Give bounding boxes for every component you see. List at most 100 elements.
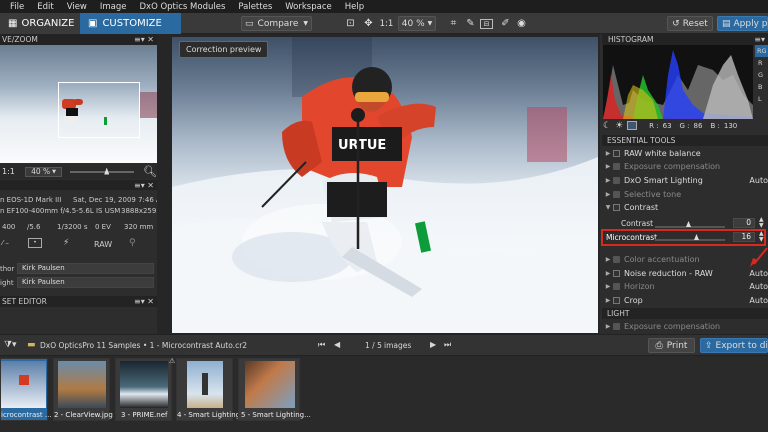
print-button[interactable]: ⎙ Print bbox=[648, 338, 695, 353]
tool-color-accentuation[interactable]: ▶ Color accentuation bbox=[603, 253, 768, 265]
channel-b[interactable]: B bbox=[755, 81, 768, 93]
brush-icon[interactable]: ✐ bbox=[498, 16, 513, 31]
thumbnail-1[interactable]: icrocontrast ... bbox=[0, 358, 52, 421]
contrast-value-field[interactable]: 0 bbox=[733, 218, 755, 228]
tool-exposure-compensation[interactable]: ▶ Exposure compensation bbox=[603, 160, 768, 172]
ratio-button[interactable]: 1:1 bbox=[378, 16, 395, 31]
next-image-icon[interactable]: ▶ bbox=[430, 340, 436, 349]
tool-label: Selective tone bbox=[624, 189, 682, 199]
essential-tools-header[interactable]: ESSENTIAL TOOLS bbox=[602, 135, 768, 146]
expand-icon[interactable]: ▶ bbox=[603, 256, 613, 263]
tool-toggle[interactable] bbox=[613, 269, 620, 277]
lens-model: n EF100-400mm f/4.5-5.6L IS USM bbox=[0, 207, 121, 215]
gps-icon: ⚲ bbox=[129, 238, 136, 248]
panel-menu-icon[interactable]: ≡▾ ✕ bbox=[134, 35, 154, 44]
menu-workspace[interactable]: Workspace bbox=[285, 2, 331, 12]
correction-preview-button[interactable]: Correction preview bbox=[179, 41, 269, 58]
zoom-magnifier-icon[interactable]: 🔍︎ bbox=[143, 165, 157, 178]
folder-icon: ▬ bbox=[27, 340, 36, 350]
menu-optics-modules[interactable]: DxO Optics Modules bbox=[140, 2, 226, 12]
menu-view[interactable]: View bbox=[67, 2, 87, 12]
tool-noise-reduction[interactable]: ▶ Noise reduction - RAW Auto bbox=[603, 267, 768, 279]
tool-toggle[interactable] bbox=[613, 190, 620, 198]
prev-image-icon[interactable]: ◀ bbox=[334, 340, 340, 349]
sun-icon[interactable]: ☀ bbox=[615, 121, 623, 131]
fit-screen-icon[interactable]: ⊡ bbox=[343, 16, 358, 31]
expand-icon[interactable]: ▶ bbox=[603, 323, 613, 330]
expand-icon[interactable]: ▶ bbox=[603, 270, 613, 277]
move-icon[interactable]: ✥ bbox=[361, 16, 376, 31]
tool-toggle[interactable] bbox=[613, 255, 620, 263]
channel-l[interactable]: L bbox=[755, 93, 768, 105]
zoom-select[interactable]: 40 % ▼ bbox=[398, 16, 436, 31]
tool-toggle[interactable] bbox=[613, 162, 620, 170]
thumbnail-2[interactable]: 2 - ClearView.jpg bbox=[53, 358, 113, 421]
tool-contrast[interactable]: ▼ Contrast bbox=[603, 201, 768, 213]
panel-menu-icon[interactable]: ≡▾ bbox=[754, 35, 765, 44]
menu-help[interactable]: Help bbox=[345, 2, 364, 12]
menu-file[interactable]: File bbox=[10, 2, 24, 12]
tool-smart-lighting[interactable]: ▶ DxO Smart Lighting Auto bbox=[603, 174, 768, 186]
apply-preset-button[interactable]: ▤ Apply pre bbox=[717, 16, 768, 31]
tool-crop[interactable]: ▶ Crop Auto bbox=[603, 294, 768, 306]
crop-icon[interactable]: ⌗ bbox=[446, 16, 461, 31]
nav-zoom-select[interactable]: 40 % ▼ bbox=[24, 166, 63, 177]
panel-menu-icon[interactable]: ≡▾ ✕ bbox=[134, 181, 154, 190]
collapse-icon[interactable]: ▼ bbox=[603, 204, 613, 211]
menu-edit[interactable]: Edit bbox=[37, 2, 53, 12]
thumbnail-4[interactable]: 4 - Smart Lighting.... bbox=[176, 358, 249, 421]
tool-toggle[interactable] bbox=[613, 149, 620, 157]
expand-icon[interactable]: ▶ bbox=[603, 150, 613, 157]
channel-r[interactable]: R bbox=[755, 57, 768, 69]
thumbnail-3[interactable]: 3 - PRIME.nef bbox=[115, 358, 172, 421]
first-image-icon[interactable]: ⏮ bbox=[318, 340, 325, 350]
export-button[interactable]: ⇪ Export to dis bbox=[700, 338, 768, 353]
eyedropper-icon[interactable]: ✎ bbox=[463, 16, 478, 31]
last-image-icon[interactable]: ⏭ bbox=[444, 340, 451, 350]
info-header: ≡▾ ✕ bbox=[0, 180, 157, 190]
author-field[interactable]: Kirk Paulsen bbox=[17, 263, 154, 274]
tool-toggle[interactable] bbox=[613, 282, 620, 290]
microcontrast-value-field[interactable]: 16 bbox=[733, 232, 755, 242]
tool-light-exposure[interactable]: ▶ Exposure compensation bbox=[603, 320, 768, 332]
channel-g[interactable]: G bbox=[755, 69, 768, 81]
menu-image[interactable]: Image bbox=[100, 2, 127, 12]
tool-toggle[interactable] bbox=[613, 322, 620, 330]
preset-editor-body bbox=[0, 307, 157, 334]
eye-icon[interactable]: ◉ bbox=[514, 16, 529, 31]
main-photo[interactable]: URTUE bbox=[172, 37, 598, 333]
organize-icon: ▦ bbox=[8, 18, 18, 29]
tool-toggle[interactable] bbox=[613, 203, 620, 211]
microcontrast-stepper-icon[interactable]: ▲ ▼ bbox=[759, 231, 764, 243]
contrast-stepper-icon[interactable]: ▲ ▼ bbox=[759, 217, 764, 229]
menu-palettes[interactable]: Palettes bbox=[238, 2, 272, 12]
reset-button[interactable]: ↺ Reset bbox=[667, 16, 713, 31]
copyright-field[interactable]: Kirk Paulsen bbox=[17, 277, 154, 288]
tab-customize[interactable]: ▣ CUSTOMIZE bbox=[80, 13, 181, 34]
expand-icon[interactable]: ▶ bbox=[603, 283, 613, 290]
tool-raw-white-balance[interactable]: ▶ RAW white balance bbox=[603, 147, 768, 159]
focal-value: 320 mm bbox=[124, 223, 154, 231]
thumbnail-caption: 5 - Smart Lighting... bbox=[241, 411, 311, 419]
light-header[interactable]: LIGHT bbox=[602, 308, 768, 319]
filter-icon[interactable]: ⧩▾ bbox=[4, 340, 17, 350]
panel-menu-icon[interactable]: ≡▾ ✕ bbox=[134, 297, 154, 306]
navigator-viewport[interactable] bbox=[58, 82, 140, 138]
expand-icon[interactable]: ▶ bbox=[603, 297, 613, 304]
thumbnail-5[interactable]: 5 - Smart Lighting... bbox=[238, 358, 311, 421]
tool-toggle[interactable] bbox=[613, 296, 620, 304]
nav-ratio[interactable]: 1:1 bbox=[2, 167, 15, 176]
nav-zoom-slider[interactable] bbox=[70, 167, 135, 176]
moon-icon[interactable]: ☾ bbox=[603, 121, 611, 131]
expand-icon[interactable]: ▶ bbox=[603, 177, 613, 184]
microcontrast-slider-track[interactable] bbox=[655, 239, 725, 241]
expand-icon[interactable]: ▶ bbox=[603, 163, 613, 170]
tool-selective-tone[interactable]: ▶ Selective tone bbox=[603, 188, 768, 200]
compare-button[interactable]: ▭ Compare ▼ bbox=[241, 16, 312, 31]
horizon-icon[interactable]: ⊟ bbox=[480, 19, 493, 29]
tool-toggle[interactable] bbox=[613, 176, 620, 184]
tab-organize[interactable]: ▦ ORGANIZE bbox=[0, 13, 80, 34]
tool-horizon[interactable]: ▶ Horizon Auto bbox=[603, 280, 768, 292]
channel-rgb[interactable]: RG bbox=[755, 45, 768, 57]
expand-icon[interactable]: ▶ bbox=[603, 191, 613, 198]
